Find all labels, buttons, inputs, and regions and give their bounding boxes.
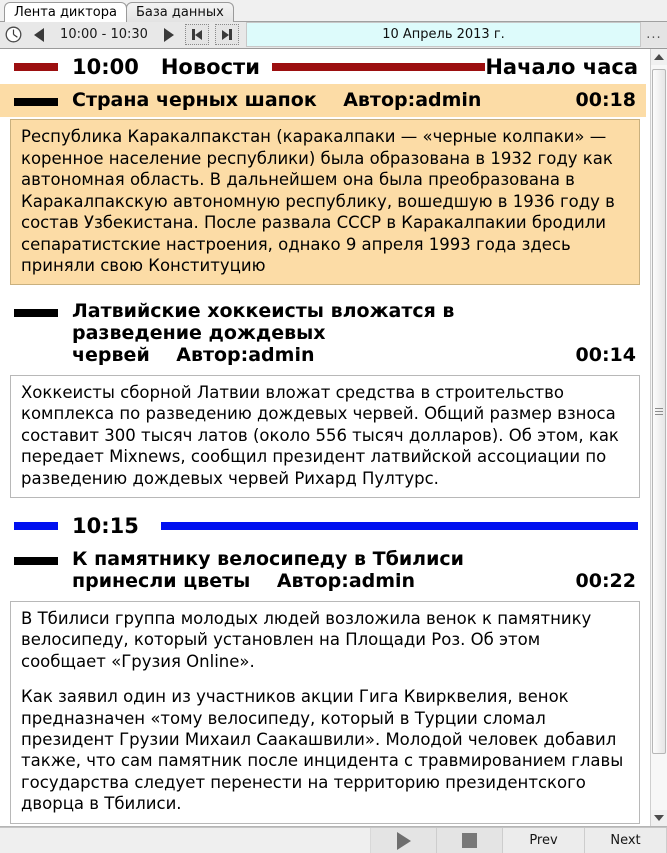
tab-label: База данных <box>135 4 224 20</box>
content-area: 10:00 Новости Начало часа Страна черных шап… <box>0 48 667 827</box>
news-item-header[interactable]: К памятнику велосипеду в Тбилиси принесл… <box>0 543 646 599</box>
clock-icon[interactable] <box>0 22 26 47</box>
tab-lenta-diktora[interactable]: Лента диктора <box>4 1 127 22</box>
time-range-label[interactable]: 10:00 - 10:30 <box>52 27 156 42</box>
news-item-paragraph: Хоккеисты сборной Латвии вложат средства… <box>21 382 619 488</box>
bottom-toolbar: Prev Next <box>0 827 667 853</box>
more-options-label: ... <box>646 27 662 43</box>
news-item-dash-icon <box>14 97 58 106</box>
prev-button[interactable]: Prev <box>503 828 585 853</box>
tab-strip: Лента диктора База данных <box>0 0 667 22</box>
prev-period-button[interactable] <box>26 22 52 47</box>
news-item-paragraph: Как заявил один из участников акции Гига… <box>21 687 624 814</box>
triangle-left-icon <box>34 27 44 42</box>
hour-marker-row[interactable]: 10:15 <box>0 508 646 543</box>
news-ticker-window: Лента диктора База данных 10:00 - 10:30 <box>0 0 667 853</box>
next-button[interactable]: Next <box>585 828 667 853</box>
news-item-author: Автор:admin <box>343 88 482 111</box>
scroll-up-button[interactable] <box>651 48 667 65</box>
next-button-label: Next <box>610 833 641 848</box>
stop-icon <box>462 833 477 848</box>
news-item-body[interactable]: В Тбилиси группа молодых людей возложила… <box>10 600 640 824</box>
hour-marker-time: 10:00 <box>72 54 139 79</box>
scroll-down-button[interactable] <box>651 810 667 826</box>
news-item-duration: 00:18 <box>575 88 636 111</box>
news-item-title-wrap: Латвийские хоккеисты вложатся в разведен… <box>72 301 572 367</box>
hour-marker-rule <box>271 62 486 71</box>
hour-marker-row[interactable]: 10:00 Новости Начало часа <box>0 49 646 84</box>
scroll-down-arrow-icon <box>654 815 664 821</box>
news-item-dash-icon <box>14 309 58 318</box>
scroll-up-arrow-icon <box>654 53 664 60</box>
hour-marker-tail-label: Начало часа <box>485 54 638 79</box>
news-item-duration: 00:22 <box>575 570 636 592</box>
news-item-header[interactable]: Страна черных шапок Автор:admin 00:18 <box>0 83 646 118</box>
bottom-filler <box>0 828 371 853</box>
news-item-title-wrap: К памятнику велосипеду в Тбилиси принесл… <box>72 548 572 593</box>
tab-baza-dannyh[interactable]: База данных <box>125 1 234 22</box>
play-icon <box>396 831 411 850</box>
news-item-body[interactable]: Республика Каракалпакстан (каракалпаки —… <box>10 119 640 286</box>
hour-marker-dash-icon <box>14 522 58 531</box>
hour-marker-dash-icon <box>14 62 58 71</box>
hour-marker-label: Новости <box>160 54 260 79</box>
news-item-title-wrap: Страна черных шапок Автор:admin <box>72 88 572 112</box>
top-toolbar: 10:00 - 10:30 10 Апрель 2013 г. ... <box>0 21 667 49</box>
news-item-title: Страна черных шапок <box>72 88 317 111</box>
stop-button[interactable] <box>437 828 503 853</box>
news-item-body[interactable]: Хоккеисты сборной Латвии вложат средства… <box>10 374 640 499</box>
news-item-paragraph: Республика Каракалпакстан (каракалпаки —… <box>21 127 615 275</box>
hour-marker-rule <box>160 522 638 531</box>
more-options-button[interactable]: ... <box>641 22 667 48</box>
news-item-dash-icon <box>14 557 58 566</box>
skip-to-start-button[interactable] <box>185 24 209 46</box>
scrollbar-thumb[interactable] <box>652 68 666 755</box>
vertical-scrollbar[interactable] <box>650 48 667 826</box>
news-item-author: Автор:admin <box>276 570 416 592</box>
prev-button-label: Prev <box>529 833 558 848</box>
news-feed-list[interactable]: 10:00 Новости Начало часа Страна черных шап… <box>0 48 650 826</box>
skip-to-end-button[interactable] <box>215 24 239 46</box>
tab-label: Лента диктора <box>14 4 117 20</box>
hour-marker-time: 10:15 <box>72 514 139 539</box>
news-item-paragraph: В Тбилиси группа молодых людей возложила… <box>21 608 592 671</box>
next-period-button[interactable] <box>156 22 182 47</box>
date-value: 10 Апрель 2013 г. <box>382 27 505 43</box>
news-item-duration: 00:14 <box>575 344 636 367</box>
scrollbar-track[interactable] <box>651 64 667 810</box>
skip-to-end-icon <box>222 29 229 40</box>
scrollbar-grip-icon <box>655 407 663 415</box>
news-item-author: Автор:admin <box>176 344 315 367</box>
date-field[interactable]: 10 Апрель 2013 г. <box>246 22 641 48</box>
triangle-right-icon <box>164 27 174 42</box>
news-item-header[interactable]: Латвийские хоккеисты вложатся в разведен… <box>0 295 646 373</box>
play-button[interactable] <box>371 828 437 853</box>
